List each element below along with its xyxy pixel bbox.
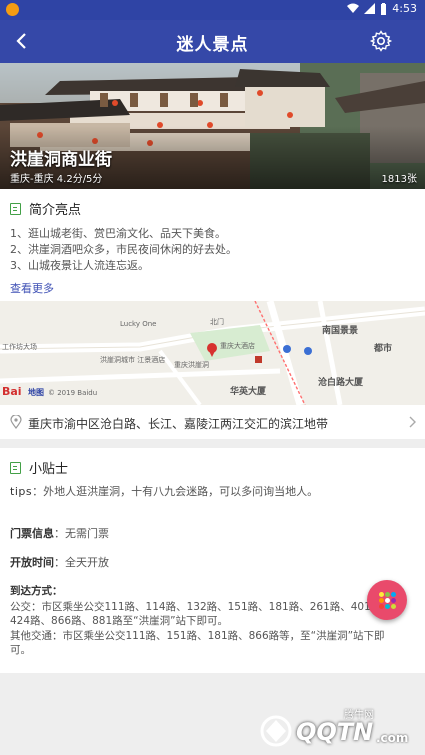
intro-line: 1、逛山城老街、赏巴渝文化、品天下美食。 [10, 227, 226, 240]
grid-dot [385, 598, 390, 603]
map-label: Lucky One [120, 320, 157, 328]
map-label: 南国景景 [322, 326, 359, 336]
map-copyright: © 2019 Baidu [48, 389, 98, 397]
wifi-icon [347, 3, 360, 13]
view-more-link[interactable]: 查看更多 [10, 280, 54, 296]
map-label: 华英大厦 [230, 387, 267, 397]
tips-heading: 小贴士 [10, 458, 68, 477]
location-map[interactable]: Lucky One 北门 重庆大酒店 工作坊大场 洪崖洞城市 江景酒店 重庆洪崖… [0, 301, 425, 405]
map-label: 洪崖洞城市 江景酒店 [100, 356, 166, 364]
map-label: 都市 [374, 344, 393, 354]
arrive-label: 到达方式： [10, 585, 63, 597]
grid-dot [379, 598, 384, 603]
photo-count[interactable]: 1813张 [382, 170, 417, 185]
address-row[interactable]: 重庆市渝中区沧白路、长江、嘉陵江两江交汇的滨江地带 [0, 405, 425, 440]
ticket-value: ：无需门票 [54, 527, 109, 540]
app-bar: 迷人景点 [0, 20, 425, 63]
transit-info: 到达方式： 公交：市区乘坐公交111路、114路、132路、151路、181路、… [10, 584, 405, 658]
menu-fab-button[interactable] [367, 580, 407, 620]
bus-lines: 公交：市区乘坐公交111路、114路、132路、151路、181路、261路、4… [10, 600, 392, 628]
ticket-label: 门票信息 [10, 527, 54, 540]
tips-card: 小贴士 tips：外地人逛洪崖洞，十有八九会迷路，可以多问询当地人。 门票信息：… [0, 448, 425, 673]
map-label: 重庆大酒店 [220, 342, 255, 350]
gear-icon[interactable] [369, 29, 393, 53]
opening-hours: 开放时间：全天开放 [10, 554, 109, 570]
intro-lines: 1、逛山城老街、赏巴渝文化、品天下美食。 2、洪崖洞酒吧众多，市民夜间休闲的好去… [10, 226, 237, 274]
rating-text: 重庆-重庆 4.2分/5分 [10, 174, 103, 185]
address-text: 重庆市渝中区沧白路、长江、嘉陵江两江交汇的滨江地带 [28, 417, 329, 431]
map-label: 重庆洪崖洞 [174, 361, 209, 369]
intro-heading-label: 简介亮点 [29, 203, 82, 218]
other-transit: 其他交通：市区乘坐公交111路、151路、181路、866路等，至“洪崖洞”站下… [10, 629, 385, 657]
status-bar: 4:53 [0, 0, 425, 20]
document-icon [10, 202, 21, 215]
map-label: 北门 [210, 318, 224, 326]
ticket-info: 门票信息：无需门票 [10, 525, 109, 541]
tip-text: tips：外地人逛洪崖洞，十有八九会迷路，可以多问询当地人。 [10, 483, 318, 499]
attraction-name: 洪崖洞商业街 [10, 150, 112, 170]
watermark-suffix: .com [376, 731, 409, 745]
battery-icon [381, 2, 387, 15]
grid-dot [391, 598, 396, 603]
hero-photo[interactable]: 洪崖洞商业街 重庆-重庆 4.2分/5分 1813张 [0, 63, 425, 189]
map-label: 沧白路大厦 [318, 378, 364, 388]
tip-body: ：外地人逛洪崖洞，十有八九会迷路，可以多问询当地人。 [32, 485, 319, 498]
intro-card: 简介亮点 1、逛山城老街、赏巴渝文化、品天下美食。 2、洪崖洞酒吧众多，市民夜间… [0, 189, 425, 301]
chevron-right-icon [409, 416, 416, 428]
watermark-brand: QQTN [296, 718, 374, 746]
intro-line: 3、山城夜景让人流连忘返。 [10, 259, 149, 272]
page-title: 迷人景点 [176, 35, 249, 55]
intro-line: 2、洪崖洞酒吧众多，市民夜间休闲的好去处。 [10, 243, 237, 256]
hours-value: ：全天开放 [54, 556, 109, 569]
grid-dot [385, 592, 390, 597]
grid-dot [379, 604, 384, 609]
location-pin-icon [10, 415, 22, 429]
grid-dot [379, 592, 384, 597]
baidu-logo: Bai [2, 385, 22, 398]
tips-heading-label: 小贴士 [29, 462, 69, 477]
grid-dot [385, 604, 390, 609]
grid-dot [391, 592, 396, 597]
hours-label: 开放时间 [10, 556, 54, 569]
baidu-logo-text: 地图 [28, 388, 44, 397]
tip-label: tips [10, 485, 33, 498]
intro-heading: 简介亮点 [10, 199, 81, 218]
qqtn-watermark: 腾牛网 QQTN .com [258, 706, 420, 752]
app-notification-icon [6, 3, 19, 16]
clock: 4:53 [392, 2, 417, 15]
document-icon [10, 461, 21, 474]
grid-dot [391, 604, 396, 609]
map-label: 工作坊大场 [2, 343, 37, 351]
signal-icon [364, 3, 376, 14]
